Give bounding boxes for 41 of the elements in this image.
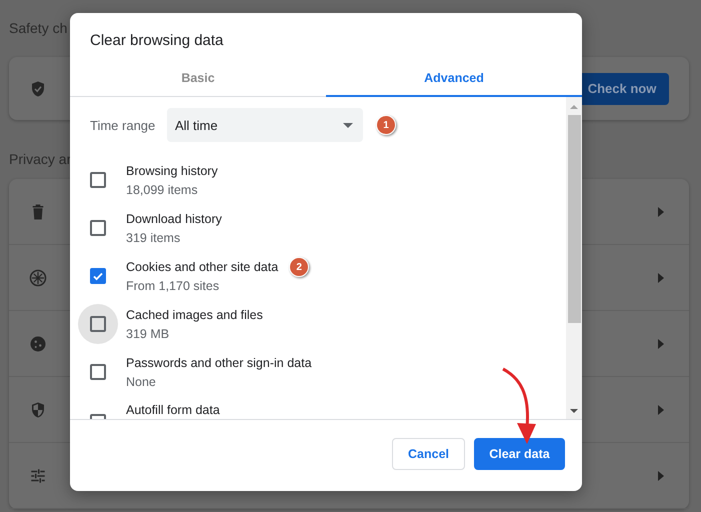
item-description: 18,099 items	[126, 182, 199, 196]
cancel-button[interactable]: Cancel	[392, 438, 465, 470]
dialog-title: Clear browsing data	[89, 31, 224, 51]
section-heading: Safety ch	[9, 20, 68, 38]
cookie-icon	[29, 334, 47, 352]
item-description: 319 MB	[126, 326, 170, 340]
caret-icon[interactable]	[658, 206, 664, 216]
item-title: Cached images and files	[126, 308, 263, 322]
caret-icon[interactable]	[658, 272, 664, 282]
section-heading: Privacy ar	[9, 151, 72, 169]
item-title: Browsing history	[126, 164, 218, 178]
checkbox[interactable]	[90, 268, 106, 284]
item-title: Cookies and other site data	[126, 260, 278, 274]
time-range-dropdown[interactable]: All time	[167, 108, 363, 142]
caret-icon[interactable]	[658, 470, 664, 480]
checkbox[interactable]	[90, 220, 106, 236]
dropdown-caret-icon[interactable]	[343, 122, 353, 128]
item-title: Download history	[126, 212, 222, 226]
checkbox[interactable]	[90, 316, 106, 332]
item-title: Autofill form data	[126, 402, 220, 416]
shield-icon	[29, 400, 47, 418]
item-title: Passwords and other sign-in data	[126, 356, 312, 370]
checkbox[interactable]	[90, 364, 106, 380]
item-description: 319 items	[126, 230, 182, 244]
field-label: Time range	[90, 118, 156, 132]
step-badge: 2	[289, 257, 310, 277]
tab[interactable]: Advanced	[326, 60, 582, 97]
scroll-down-icon[interactable]	[570, 409, 578, 413]
sliders-icon	[29, 466, 47, 484]
caret-icon[interactable]	[658, 404, 664, 414]
scrollbar[interactable]	[566, 97, 582, 419]
checkbox[interactable]	[90, 172, 106, 188]
checkmark-icon	[92, 270, 104, 282]
item-description: None	[126, 374, 157, 388]
clear-data-button[interactable]: Clear data	[474, 438, 565, 470]
shield-check-icon	[29, 80, 47, 98]
tab[interactable]: Basic	[70, 60, 326, 97]
caret-icon[interactable]	[658, 338, 664, 348]
step-badge: 1	[376, 115, 396, 135]
item-description: From 1,170 sites	[126, 278, 220, 292]
aperture-icon	[29, 268, 47, 286]
